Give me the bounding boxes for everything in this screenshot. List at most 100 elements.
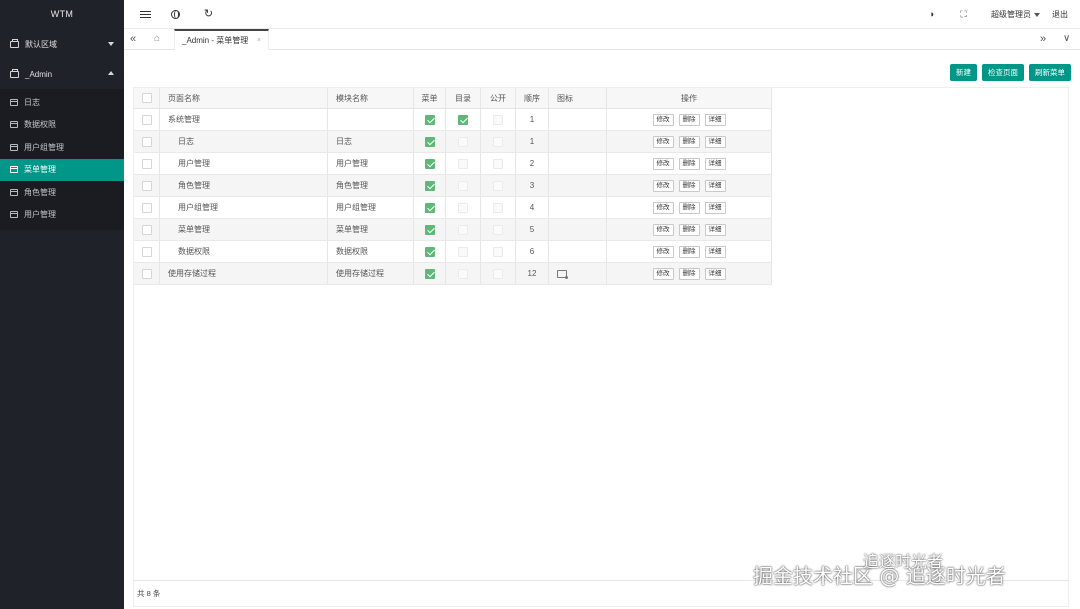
row-checkbox[interactable] bbox=[141, 136, 152, 147]
edit-button[interactable]: 修改 bbox=[652, 135, 674, 148]
table-body: 系统管理 1 修改 删除 详细 日志 日志 1 修改 删除 详细 用户管理 用户管理 2 修改 删除 详细 角色管… bbox=[134, 109, 1068, 285]
row-checkbox[interactable] bbox=[141, 246, 152, 257]
row-checkbox[interactable] bbox=[141, 114, 152, 125]
sidebar-item-user-management[interactable]: 用户管理 bbox=[0, 204, 124, 227]
menu-checkbox[interactable] bbox=[424, 202, 435, 213]
home-icon[interactable]: ⌂ bbox=[154, 33, 160, 44]
row-checkbox[interactable] bbox=[141, 202, 152, 213]
delete-button[interactable]: 删除 bbox=[678, 201, 700, 214]
menu-toggle-icon[interactable] bbox=[140, 9, 151, 20]
cell-page-name: 菜单管理 bbox=[160, 219, 328, 240]
globe-icon[interactable] bbox=[171, 10, 180, 19]
row-select-cell[interactable] bbox=[134, 219, 160, 240]
sidebar-item-data-privilege[interactable]: 数据权限 bbox=[0, 114, 124, 137]
detail-button[interactable]: 详细 bbox=[704, 245, 726, 258]
refresh-menu-button[interactable]: 刷新菜单 bbox=[1029, 64, 1071, 81]
theme-icon[interactable]: ◑ bbox=[926, 9, 937, 20]
public-checkbox[interactable] bbox=[493, 268, 503, 279]
row-select-cell[interactable] bbox=[134, 175, 160, 196]
delete-button[interactable]: 删除 bbox=[678, 179, 700, 192]
delete-button[interactable]: 删除 bbox=[678, 113, 700, 126]
menu-checkbox[interactable] bbox=[424, 268, 435, 279]
row-checkbox[interactable] bbox=[141, 268, 152, 279]
sidebar-submenu: 日志 数据权限 用户组管理 菜单管理 角色管理 用户管理 bbox=[0, 89, 124, 230]
checkbox[interactable] bbox=[141, 93, 152, 103]
double-chevron-right-icon[interactable]: » bbox=[1040, 33, 1046, 45]
menu-table: 页面名称 模块名称 菜单 目录 公开 顺序 图标 操作 系统管理 1 修改 删除 详细日… bbox=[133, 87, 1069, 607]
chevron-down-icon[interactable]: ∨ bbox=[1063, 33, 1070, 44]
public-checkbox[interactable] bbox=[493, 158, 503, 169]
delete-button[interactable]: 删除 bbox=[678, 157, 700, 170]
fullscreen-icon[interactable]: ⛶ bbox=[958, 9, 969, 20]
edit-button[interactable]: 修改 bbox=[652, 201, 674, 214]
edit-button[interactable]: 修改 bbox=[652, 157, 674, 170]
delete-button[interactable]: 删除 bbox=[678, 245, 700, 258]
detail-button[interactable]: 详细 bbox=[704, 179, 726, 192]
public-checkbox[interactable] bbox=[493, 224, 503, 235]
edit-button[interactable]: 修改 bbox=[652, 245, 674, 258]
public-checkbox[interactable] bbox=[493, 136, 503, 147]
row-checkbox[interactable] bbox=[141, 180, 152, 191]
sidebar-item-role-management[interactable]: 角色管理 bbox=[0, 181, 124, 204]
folder-checkbox[interactable] bbox=[458, 268, 468, 279]
detail-button[interactable]: 详细 bbox=[704, 157, 726, 170]
row-select-cell[interactable] bbox=[134, 197, 160, 218]
logout-link[interactable]: 退出 bbox=[1052, 9, 1068, 20]
create-button[interactable]: 新建 bbox=[950, 64, 977, 81]
edit-button[interactable]: 修改 bbox=[652, 113, 674, 126]
delete-button[interactable]: 删除 bbox=[678, 223, 700, 236]
double-chevron-left-icon[interactable]: « bbox=[130, 33, 136, 45]
check-pages-button[interactable]: 检查页面 bbox=[982, 64, 1024, 81]
edit-button[interactable]: 修改 bbox=[652, 179, 674, 192]
row-select-cell[interactable] bbox=[134, 153, 160, 174]
detail-button[interactable]: 详细 bbox=[704, 113, 726, 126]
menu-checkbox[interactable] bbox=[424, 246, 435, 257]
sidebar-item-label: 用户管理 bbox=[24, 210, 56, 220]
menu-checkbox[interactable] bbox=[424, 114, 435, 125]
detail-button[interactable]: 详细 bbox=[704, 267, 726, 280]
public-checkbox[interactable] bbox=[493, 246, 503, 257]
table-row: 用户组管理 用户组管理 4 修改 删除 详细 bbox=[134, 197, 772, 219]
row-checkbox[interactable] bbox=[141, 158, 152, 169]
row-select-cell[interactable] bbox=[134, 109, 160, 130]
sidebar-item-label: 菜单管理 bbox=[24, 165, 56, 175]
edit-button[interactable]: 修改 bbox=[652, 267, 674, 280]
folder-checkbox[interactable] bbox=[458, 136, 468, 147]
refresh-icon[interactable]: ↻ bbox=[203, 9, 214, 20]
menu-checkbox[interactable] bbox=[424, 224, 435, 235]
header-select-all[interactable] bbox=[134, 88, 160, 108]
folder-checkbox[interactable] bbox=[458, 246, 468, 257]
detail-button[interactable]: 详细 bbox=[704, 223, 726, 236]
folder-checkbox[interactable] bbox=[458, 224, 468, 235]
row-checkbox[interactable] bbox=[141, 224, 152, 235]
delete-button[interactable]: 删除 bbox=[678, 267, 700, 280]
sidebar-group-default-area[interactable]: 默认区域 bbox=[0, 29, 124, 59]
folder-checkbox[interactable] bbox=[458, 158, 468, 169]
close-icon[interactable]: × bbox=[257, 37, 261, 44]
menu-checkbox[interactable] bbox=[424, 158, 435, 169]
folder-checkbox[interactable] bbox=[458, 180, 468, 191]
user-menu[interactable]: 超级管理员 bbox=[991, 9, 1040, 20]
detail-button[interactable]: 详细 bbox=[704, 135, 726, 148]
column-header-public: 公开 bbox=[481, 88, 516, 108]
row-select-cell[interactable] bbox=[134, 131, 160, 152]
menu-checkbox[interactable] bbox=[424, 180, 435, 191]
sidebar-item-menu-management[interactable]: 菜单管理 bbox=[0, 158, 124, 181]
folder-checkbox[interactable] bbox=[458, 202, 468, 213]
chevron-down-icon bbox=[1034, 12, 1040, 17]
folder-icon bbox=[10, 38, 19, 48]
row-select-cell[interactable] bbox=[134, 263, 160, 284]
row-select-cell[interactable] bbox=[134, 241, 160, 262]
public-checkbox[interactable] bbox=[493, 114, 503, 125]
public-checkbox[interactable] bbox=[493, 202, 503, 213]
menu-checkbox[interactable] bbox=[424, 136, 435, 147]
tab-menu-management[interactable]: _Admin - 菜单管理 × bbox=[174, 29, 269, 50]
sidebar-item-user-group[interactable]: 用户组管理 bbox=[0, 136, 124, 159]
sidebar-group-admin[interactable]: _Admin bbox=[0, 59, 124, 89]
delete-button[interactable]: 删除 bbox=[678, 135, 700, 148]
detail-button[interactable]: 详细 bbox=[704, 201, 726, 214]
folder-checkbox[interactable] bbox=[458, 114, 468, 125]
sidebar-item-log[interactable]: 日志 bbox=[0, 91, 124, 114]
edit-button[interactable]: 修改 bbox=[652, 223, 674, 236]
public-checkbox[interactable] bbox=[493, 180, 503, 191]
